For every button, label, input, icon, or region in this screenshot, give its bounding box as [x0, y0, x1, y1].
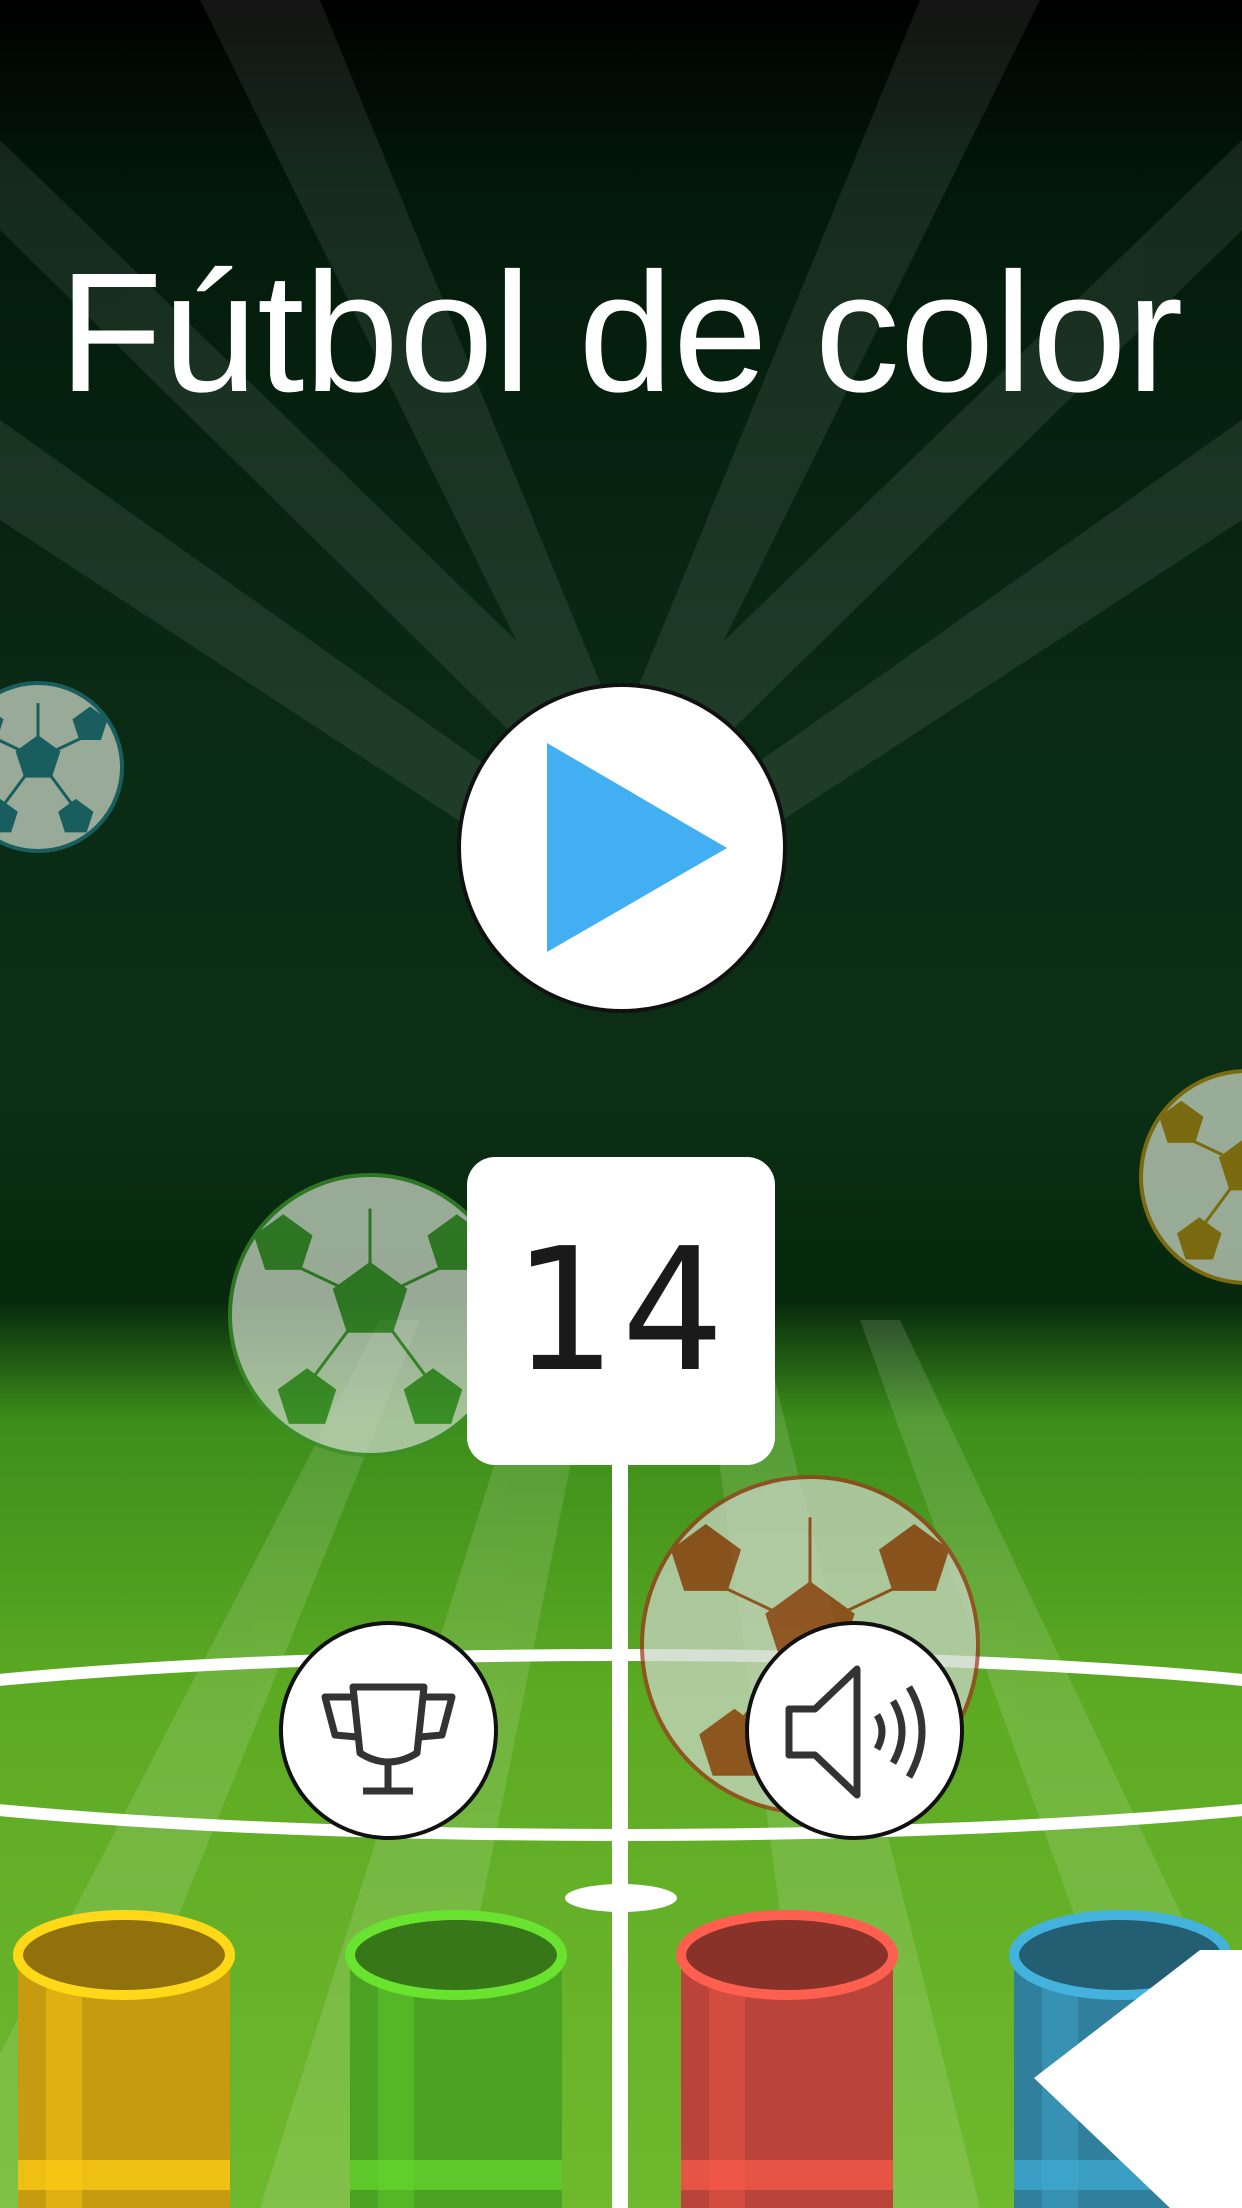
arrow-left-icon[interactable] [1034, 1950, 1242, 2208]
next-button[interactable] [0, 0, 1242, 2208]
game-screen: Fútbol de color 14 [0, 0, 1242, 2208]
